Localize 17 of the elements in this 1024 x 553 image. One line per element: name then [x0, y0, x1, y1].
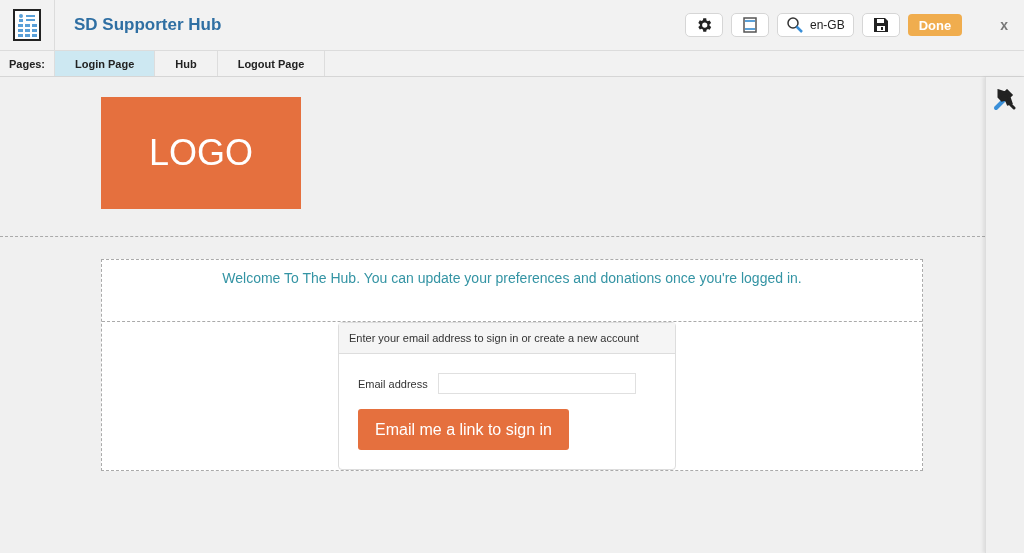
tools-icon[interactable]	[993, 89, 1017, 111]
app-title: SD Supporter Hub	[74, 15, 223, 35]
save-icon	[872, 17, 889, 33]
save-button[interactable]	[861, 13, 900, 37]
layout-icon	[743, 17, 757, 33]
logo: LOGO	[101, 97, 301, 209]
email-label: Email address	[358, 377, 428, 390]
settings-button[interactable]	[685, 13, 723, 37]
email-field[interactable]	[437, 373, 636, 394]
page-tab[interactable]: Login Page	[55, 51, 156, 76]
search-icon	[786, 16, 804, 34]
language-search-button[interactable]: en-GB	[777, 13, 854, 37]
welcome-message: Welcome To The Hub. You can update your preferences and donations once you're logged in.	[222, 270, 802, 286]
grid-app-icon	[13, 9, 41, 41]
close-button[interactable]: x	[994, 16, 1014, 34]
layout-button[interactable]	[731, 13, 769, 37]
card-heading: Enter your email address to sign in or create a new account	[339, 323, 675, 354]
